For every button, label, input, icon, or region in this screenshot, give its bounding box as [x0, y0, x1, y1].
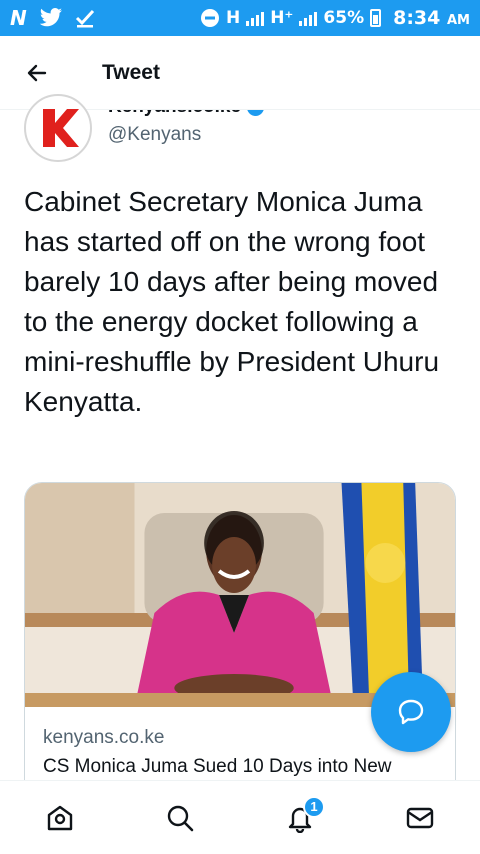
home-icon	[47, 805, 73, 830]
signal-icon	[246, 10, 265, 26]
clock-time: 8:34	[393, 7, 441, 29]
download-check-icon	[75, 9, 94, 28]
link-card[interactable]: kenyans.co.ke CS Monica Juma Sued 10 Day…	[24, 482, 456, 802]
notification-badge: 1	[303, 795, 325, 818]
card-image	[25, 483, 455, 707]
nav-home[interactable]	[30, 788, 90, 848]
nav-search[interactable]	[150, 788, 210, 848]
network-type-2: H⁺	[270, 8, 294, 28]
card-title: CS Monica Juma Sued 10 Days into New	[43, 756, 392, 777]
arrow-left-icon	[27, 64, 47, 81]
nav-notifications[interactable]: 1	[270, 788, 330, 848]
battery-percent: 65%	[323, 8, 365, 28]
back-button[interactable]	[17, 53, 57, 93]
clock-ampm: AM	[447, 13, 470, 28]
bottom-nav: 1	[0, 780, 480, 854]
page-title: Tweet	[102, 60, 160, 84]
network-type-1: H	[225, 8, 241, 28]
battery-icon	[370, 9, 382, 27]
mail-icon	[406, 807, 434, 828]
search-icon	[167, 805, 194, 831]
speech-bubble-icon	[398, 699, 424, 725]
tweet-text: Cabinet Secretary Monica Juma has starte…	[24, 186, 440, 417]
reply-fab-button[interactable]	[371, 672, 451, 752]
nav-messages[interactable]	[390, 788, 450, 848]
kenyans-logo-icon	[43, 109, 79, 147]
card-domain: kenyans.co.ke	[43, 727, 165, 748]
twitter-bird-icon	[39, 8, 62, 27]
notification-icons: N	[10, 6, 95, 30]
avatar[interactable]	[24, 94, 92, 162]
status-bar: N H H⁺ 65% 8:34 AM	[0, 0, 480, 36]
signal-icon-2	[299, 10, 318, 26]
dnd-icon	[200, 9, 219, 27]
author-handle[interactable]: @Kenyans	[108, 124, 201, 146]
clock: 8:34 AM	[393, 7, 470, 29]
n-app-icon: N	[10, 6, 27, 30]
